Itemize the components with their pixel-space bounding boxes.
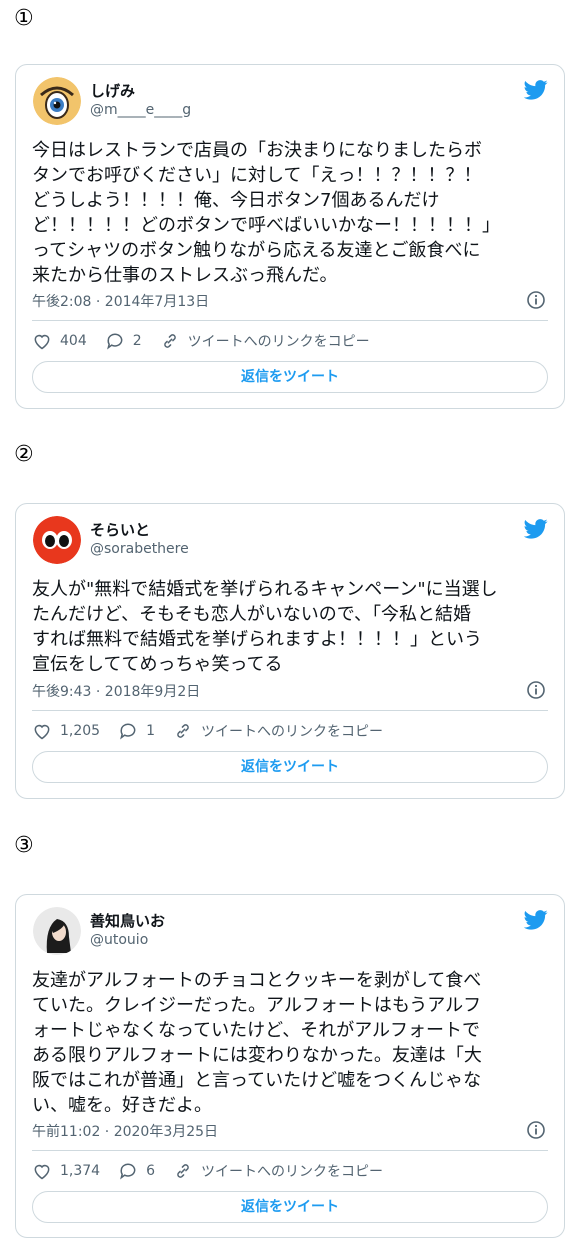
user-handle[interactable]: @m____e____g — [90, 102, 191, 118]
display-name[interactable]: そらいと — [90, 519, 150, 540]
twitter-bird-icon[interactable] — [524, 79, 548, 101]
copy-link-label: ツイートへのリンクをコピー — [201, 1164, 384, 1180]
reply-count: 1 — [146, 723, 156, 739]
like-count: 1,205 — [60, 723, 101, 739]
reply-count-button[interactable]: 6 — [118, 1161, 155, 1181]
eye-avatar-icon — [33, 77, 81, 125]
like-count: 404 — [60, 333, 87, 349]
copy-link-label: ツイートへのリンクをコピー — [201, 724, 384, 740]
divider — [32, 710, 548, 711]
twitter-bird-icon[interactable] — [524, 909, 548, 931]
copy-link-button[interactable]: ツイートへのリンクをコピー — [160, 331, 370, 351]
user-handle[interactable]: @sorabethere — [90, 541, 189, 557]
info-icon[interactable] — [526, 680, 546, 700]
info-icon[interactable] — [526, 1120, 546, 1140]
action-bar: 1,374 6 ツイートへのリンクをコピー — [32, 1159, 548, 1183]
like-button[interactable]: 404 — [32, 331, 87, 351]
copy-link-label: ツイートへのリンクをコピー — [187, 334, 370, 350]
tweet-text: 友人が"無料で結婚式を挙げられるキャンペーン"に当選し たんだけど、そもそも恋人… — [32, 579, 498, 675]
reply-count: 6 — [146, 1163, 156, 1179]
tweet-card-1[interactable]: しげみ @m____e____g 今日はレストランで店員の「お決まりになりました… — [15, 64, 565, 409]
timestamp[interactable]: 午後9:43 · 2018年9月2日 — [32, 681, 200, 701]
heart-icon — [34, 1164, 50, 1180]
heart-icon — [34, 724, 50, 740]
user-handle[interactable]: @utouio — [90, 932, 148, 948]
tweet-text: 友達がアルフォートのチョコとクッキーを剥がして食べ ていた。クレイジーだった。ア… — [32, 970, 482, 1116]
copy-link-button[interactable]: ツイートへのリンクをコピー — [173, 721, 383, 741]
info-icon[interactable] — [526, 290, 546, 310]
tweet-text: 今日はレストランで店員の「お決まりになりましたらボ タンでお呼びください」に対し… — [32, 140, 500, 286]
tweet-card-2[interactable]: そらいと @sorabethere 友人が"無料で結婚式を挙げられるキャンペーン… — [15, 503, 565, 799]
reply-tweet-button[interactable]: 返信をツイート — [32, 1191, 548, 1223]
timestamp[interactable]: 午後2:08 · 2014年7月13日 — [32, 291, 209, 311]
section-marker-3: ③ — [14, 833, 34, 858]
display-name[interactable]: しげみ — [90, 80, 135, 101]
reply-tweet-button[interactable]: 返信をツイート — [32, 361, 548, 393]
display-name[interactable]: 善知鳥いお — [90, 910, 165, 931]
avatar[interactable] — [33, 516, 81, 564]
heart-icon — [34, 334, 50, 350]
divider — [32, 1150, 548, 1151]
avatar[interactable] — [33, 77, 81, 125]
link-icon — [163, 334, 176, 348]
copy-link-button[interactable]: ツイートへのリンクをコピー — [173, 1161, 383, 1181]
reply-tweet-button[interactable]: 返信をツイート — [32, 751, 548, 783]
link-icon — [177, 724, 189, 738]
action-bar: 404 2 ツイートへのリンクをコピー — [32, 329, 548, 353]
comment-icon — [120, 723, 136, 740]
section-marker-2: ② — [14, 442, 34, 467]
tweet-card-3[interactable]: 善知鳥いお @utouio 友達がアルフォートのチョコとクッキーを剥がして食べ … — [15, 894, 565, 1238]
reply-count: 2 — [132, 333, 142, 349]
twitter-bird-icon[interactable] — [524, 518, 548, 540]
comment-icon — [106, 333, 123, 350]
section-marker-1: ① — [14, 6, 34, 31]
reply-count-button[interactable]: 2 — [105, 331, 142, 351]
avatar[interactable] — [33, 907, 81, 955]
photo-avatar-icon — [33, 907, 81, 955]
comment-icon — [120, 1163, 136, 1180]
link-icon — [177, 1164, 189, 1178]
divider — [32, 320, 548, 321]
timestamp[interactable]: 午前11:02 · 2020年3月25日 — [32, 1121, 218, 1141]
like-button[interactable]: 1,205 — [32, 721, 100, 741]
like-count: 1,374 — [60, 1163, 101, 1179]
reply-count-button[interactable]: 1 — [118, 721, 155, 741]
red-eyes-avatar-icon — [33, 516, 81, 564]
like-button[interactable]: 1,374 — [32, 1161, 100, 1181]
action-bar: 1,205 1 ツイートへのリンクをコピー — [32, 719, 548, 743]
